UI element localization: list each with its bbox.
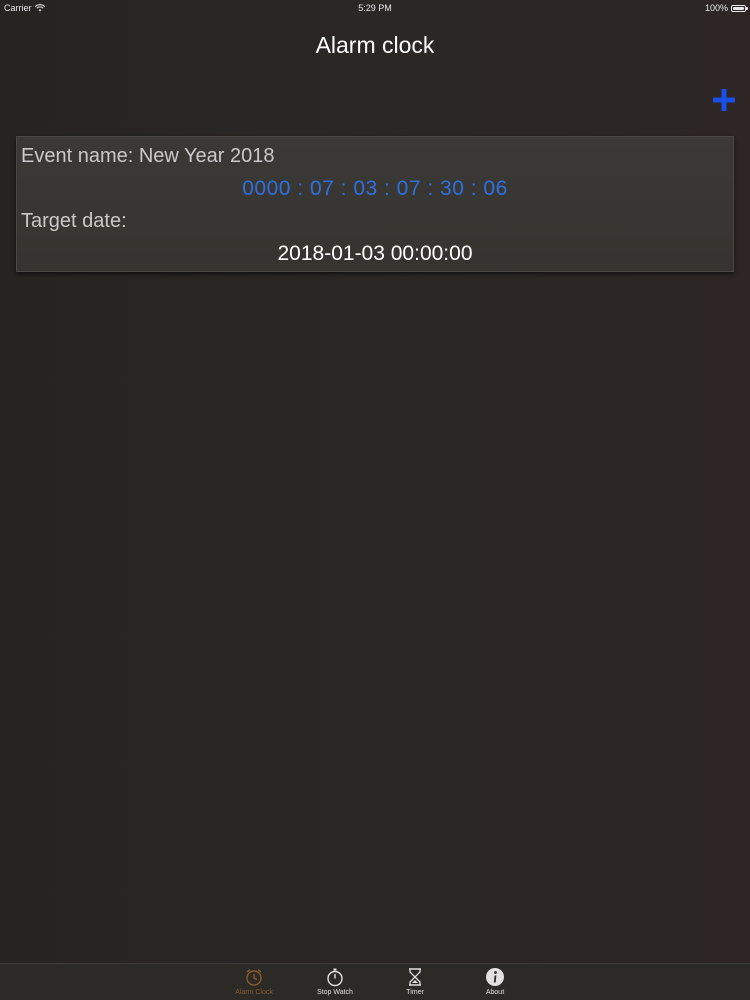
hourglass-icon: [409, 968, 421, 986]
tab-bar: Alarm Clock Stop Watch Timer About: [0, 963, 750, 1000]
tab-label: About: [485, 989, 505, 996]
tab-alarm-clock[interactable]: Alarm Clock: [224, 965, 284, 999]
event-name: Event name: New Year 2018: [21, 145, 275, 167]
tab-label: Alarm Clock: [235, 989, 273, 996]
plus-icon: [713, 89, 735, 111]
info-icon: [486, 968, 504, 986]
battery-percent: 100%: [704, 3, 728, 13]
tab-about[interactable]: About: [465, 965, 525, 999]
stopwatch-icon: [327, 968, 343, 987]
battery-fill: [733, 6, 744, 10]
add-event-button[interactable]: [712, 88, 736, 112]
battery-icon: [731, 4, 748, 12]
status-time: 5:29 PM: [358, 3, 392, 13]
target-date-label: Target date:: [21, 210, 127, 232]
tab-timer[interactable]: Timer: [385, 965, 445, 999]
page-title: Alarm clock: [315, 32, 435, 58]
target-date-value: 2018-01-03 00:00:00: [277, 242, 473, 265]
tab-label: Timer: [406, 989, 424, 996]
event-card[interactable]: Event name: New Year 2018 0000 : 07 : 03…: [16, 136, 734, 272]
countdown-display: 0000 : 07 : 03 : 07 : 30 : 06: [242, 177, 508, 200]
tab-stop-watch[interactable]: Stop Watch: [305, 965, 365, 999]
alarm-clock-icon: [246, 968, 262, 986]
status-bar: Carrier 5:29 PM 100%: [0, 0, 750, 16]
status-right: 100%: [704, 3, 748, 13]
tab-label: Stop Watch: [317, 989, 353, 996]
